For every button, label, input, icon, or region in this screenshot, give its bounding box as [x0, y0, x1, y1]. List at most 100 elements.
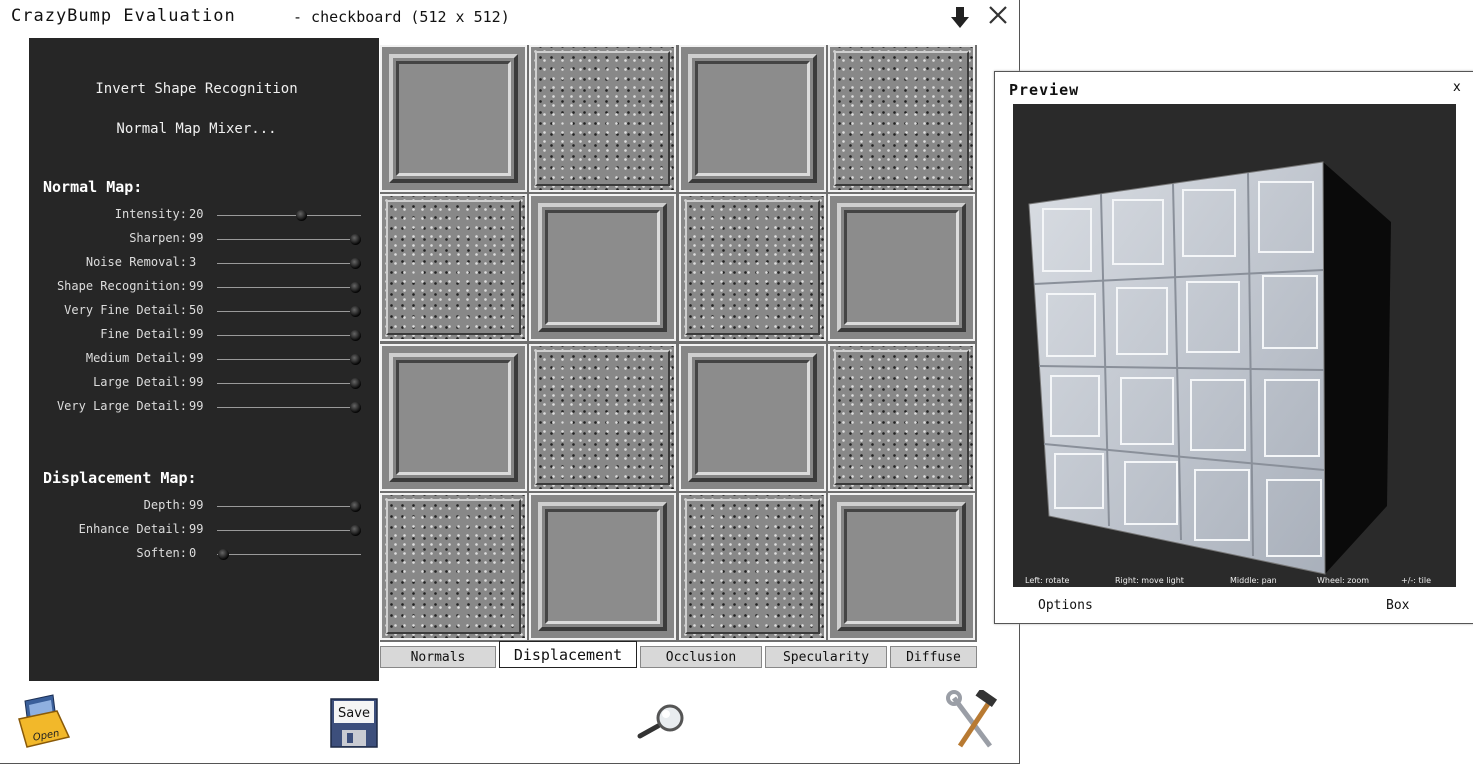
save-label: Save	[338, 706, 370, 721]
slider-label: Enhance Detail:	[78, 522, 187, 536]
texture-tile	[529, 492, 677, 640]
tile-bevel	[833, 349, 969, 485]
tools-button[interactable]	[946, 688, 998, 752]
tab-specularity[interactable]: Specularity	[765, 646, 887, 668]
slider-knob[interactable]	[350, 501, 362, 512]
tab-displacement[interactable]: Displacement	[499, 641, 637, 668]
slider-value: 3	[189, 255, 197, 269]
hint-rotate: Left: rotate	[1025, 576, 1070, 585]
texture-tile	[678, 343, 826, 491]
file-title: - checkboard (512 x 512)	[293, 8, 510, 26]
down-arrow-icon	[951, 7, 969, 28]
slider-knob[interactable]	[295, 210, 307, 221]
tile-inner	[694, 359, 810, 475]
slider-track[interactable]	[217, 549, 361, 560]
slider-knob[interactable]	[350, 354, 362, 365]
zoom-button[interactable]	[636, 702, 688, 742]
close-icon	[989, 6, 1007, 24]
tab-normals[interactable]: Normals	[380, 646, 496, 668]
texture-tile	[678, 194, 826, 342]
slider-label: Medium Detail:	[85, 351, 187, 365]
normal-map-title: Normal Map:	[43, 178, 143, 196]
slider-row: Soften: 0	[29, 546, 379, 562]
slider-value: 20	[189, 207, 204, 221]
texture-tile	[529, 194, 677, 342]
slider-label: Very Large Detail:	[56, 399, 187, 413]
save-disk-icon: Save	[330, 698, 378, 748]
save-button[interactable]: Save	[330, 698, 378, 748]
slider-value: 99	[189, 231, 204, 245]
slider-track[interactable]	[217, 501, 362, 512]
slider-value: 99	[189, 279, 204, 293]
tile-inner	[545, 210, 661, 326]
tile-bevel	[833, 51, 969, 186]
slider-label: Shape Recognition:	[56, 279, 187, 293]
app-title: CrazyBump Evaluation	[11, 6, 236, 26]
3d-viewport[interactable]: Left: rotate Right: move light Middle: p…	[1013, 104, 1456, 587]
slider-knob[interactable]	[350, 306, 362, 317]
slider-knob[interactable]	[350, 234, 362, 245]
slider-row: Depth: 99	[29, 498, 379, 514]
slider-label: Depth:	[143, 498, 187, 512]
slider-knob[interactable]	[217, 549, 229, 560]
slider-row: Shape Recognition: 99	[29, 279, 379, 295]
texture-view[interactable]	[380, 45, 977, 642]
tile-inner	[694, 61, 810, 176]
texture-tile	[380, 45, 527, 192]
slider-track[interactable]	[217, 378, 362, 389]
slider-track[interactable]	[217, 282, 362, 293]
preview-cube	[1028, 161, 1391, 575]
settings-panel: Invert Shape Recognition Normal Map Mixe…	[29, 38, 379, 681]
texture-tile	[678, 492, 826, 640]
tools-icon	[946, 688, 998, 748]
tile-inner	[396, 359, 511, 475]
minimize-button[interactable]	[950, 4, 970, 36]
slider-label: Sharpen:	[129, 231, 187, 245]
tile-bevel	[386, 200, 521, 336]
slider-knob[interactable]	[350, 402, 362, 413]
slider-knob[interactable]	[350, 330, 362, 341]
slider-knob[interactable]	[350, 258, 362, 269]
tile-inner	[843, 508, 959, 624]
open-button[interactable]: Open	[17, 693, 71, 749]
slider-row: Enhance Detail: 99	[29, 522, 379, 538]
preview-window[interactable]: Preview x Left: rotate Right: move light…	[994, 71, 1473, 624]
slider-row: Very Large Detail: 99	[29, 399, 379, 415]
texture-tile	[380, 194, 527, 342]
slider-track[interactable]	[217, 234, 362, 245]
preview-close-button[interactable]: x	[1453, 80, 1461, 95]
slider-track[interactable]	[217, 306, 362, 317]
slider-knob[interactable]	[350, 282, 362, 293]
slider-label: Soften:	[136, 546, 187, 560]
slider-value: 99	[189, 351, 204, 365]
preview-shape-button[interactable]: Box	[1386, 598, 1409, 613]
slider-value: 99	[189, 327, 204, 341]
slider-label: Very Fine Detail:	[64, 303, 187, 317]
slider-track[interactable]	[217, 210, 361, 221]
slider-track[interactable]	[217, 354, 362, 365]
slider-track[interactable]	[217, 525, 362, 536]
close-button[interactable]	[988, 4, 1008, 32]
preview-options-button[interactable]: Options	[1038, 598, 1093, 613]
slider-track[interactable]	[217, 402, 362, 413]
slider-knob[interactable]	[350, 525, 362, 536]
texture-tile	[380, 492, 527, 640]
hint-tile: +/-: tile	[1401, 576, 1432, 585]
slider-track[interactable]	[217, 258, 362, 269]
slider-value: 99	[189, 498, 204, 512]
tile-inner	[843, 210, 959, 326]
slider-knob[interactable]	[350, 378, 362, 389]
slider-row: Medium Detail: 99	[29, 351, 379, 367]
tile-inner	[545, 508, 661, 624]
slider-row: Sharpen: 99	[29, 231, 379, 247]
slider-track[interactable]	[217, 330, 362, 341]
tile-bevel	[386, 498, 521, 634]
texture-tile	[380, 343, 527, 491]
tab-diffuse[interactable]: Diffuse	[890, 646, 977, 668]
texture-tile	[529, 343, 677, 491]
invert-shape-recognition-button[interactable]: Invert Shape Recognition	[29, 81, 364, 97]
tab-occlusion[interactable]: Occlusion	[640, 646, 762, 668]
texture-tile	[827, 45, 975, 192]
hint-pan: Middle: pan	[1230, 576, 1277, 585]
normal-map-mixer-button[interactable]: Normal Map Mixer...	[29, 121, 364, 137]
